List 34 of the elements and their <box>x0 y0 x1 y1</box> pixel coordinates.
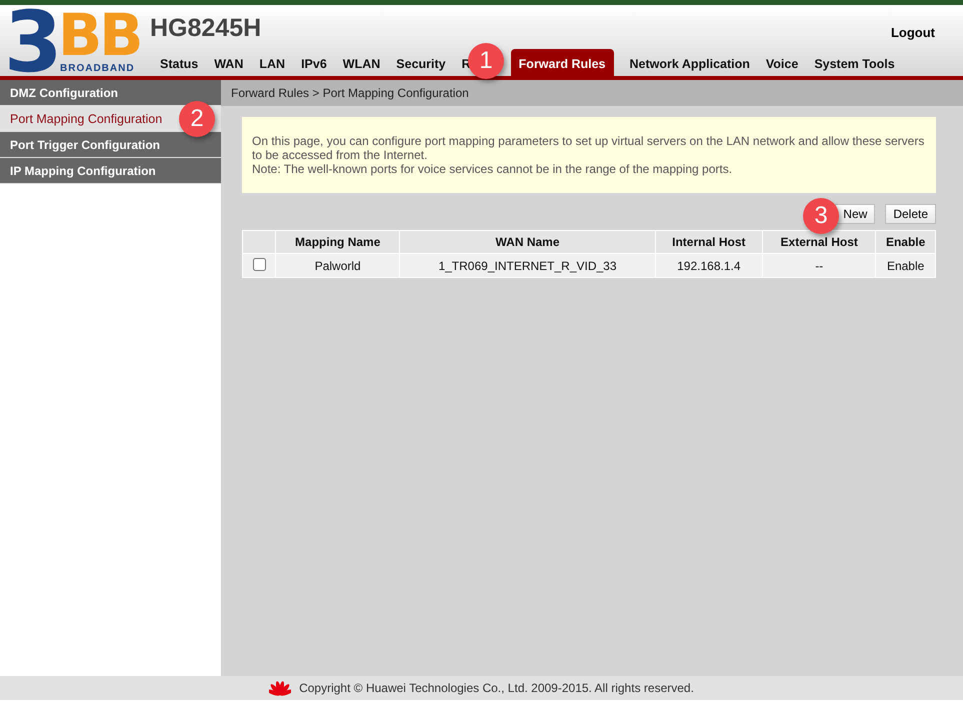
sidebar-item[interactable]: DMZ Configuration <box>0 80 221 106</box>
new-button[interactable]: New <box>835 204 876 224</box>
nav-tab[interactable]: WAN <box>214 49 244 76</box>
logo-letters: BB <box>58 9 140 61</box>
nav-tab[interactable]: Security <box>396 49 446 76</box>
logo-tagline: BROADBAND <box>60 63 135 74</box>
flower-logo-icon <box>269 680 292 696</box>
column-header: Mapping Name <box>276 230 400 254</box>
nav-tab[interactable]: IPv6 <box>301 49 327 76</box>
table-cell: 1_TR069_INTERNET_R_VID_33 <box>400 254 656 278</box>
column-header: Internal Host <box>655 230 763 254</box>
logout-link[interactable]: Logout <box>890 24 935 40</box>
nav-tab[interactable]: LAN <box>259 49 286 76</box>
column-header: Enable <box>876 230 936 254</box>
nav-tab[interactable]: Voice <box>766 49 798 76</box>
table-cell: Enable <box>876 254 936 278</box>
nav-tab[interactable]: WLAN <box>342 49 380 76</box>
nav-tab[interactable]: Network Application <box>630 49 750 76</box>
column-header: External Host <box>762 230 876 254</box>
nav-tab[interactable]: System Tools <box>814 49 895 76</box>
table-cell: Palworld <box>276 254 400 278</box>
delete-button[interactable]: Delete <box>885 204 936 224</box>
nav-tab[interactable]: Status <box>160 49 198 76</box>
row-checkbox[interactable] <box>252 258 266 270</box>
nav-tab[interactable]: Forward Rules <box>510 49 614 76</box>
sidebar-item[interactable]: Port Trigger Configuration <box>0 132 221 158</box>
sidebar-item[interactable]: IP Mapping Configuration <box>0 158 221 184</box>
copyright-text: Copyright © Huawei Technologies Co., Ltd. 2009-2015. All rights reserved. <box>299 681 694 695</box>
column-header: WAN Name <box>400 230 656 254</box>
notice-text: On this page, you can configure port mapping parameters to set up virtual servers on the LAN network and allow these servers to be accessed from the Internet. Note: The well-known ports for voice services cannot be in the range of the mapping ports. <box>242 117 936 193</box>
table-cell: -- <box>762 254 876 278</box>
table-cell: 192.168.1.4 <box>655 254 763 278</box>
breadcrumb: Forward Rules > Port Mapping Configuration <box>221 80 963 106</box>
device-model: HG8245H <box>150 14 262 42</box>
